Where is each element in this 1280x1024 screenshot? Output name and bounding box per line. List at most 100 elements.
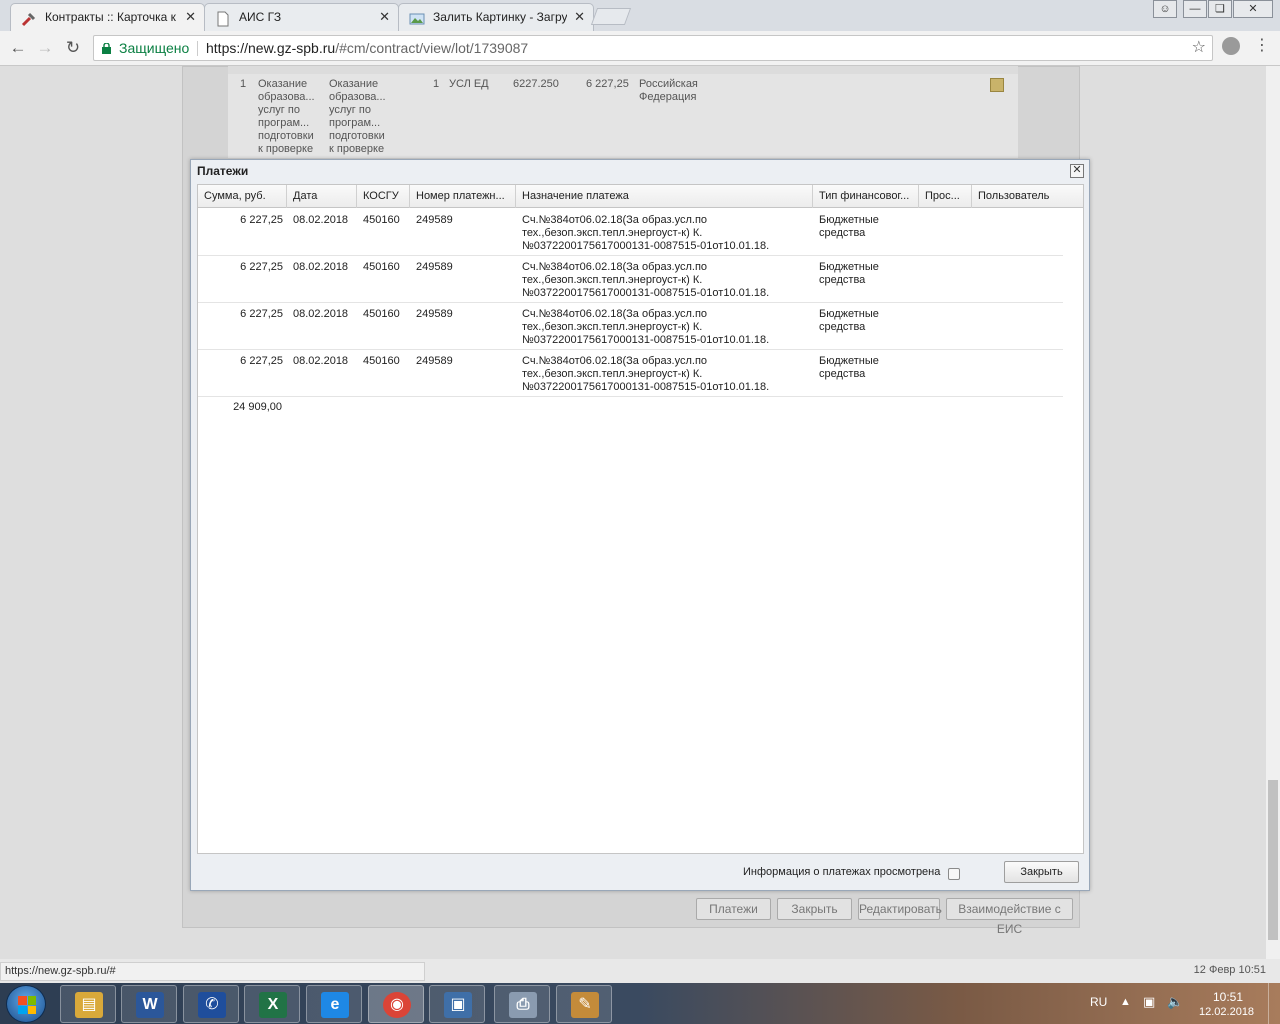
table-row[interactable]: 6 227,25 08.02.2018 450160 249589 Сч.№38… bbox=[198, 209, 1063, 256]
tools-icon bbox=[21, 10, 37, 27]
tab-label: Залить Картинку - Загру bbox=[433, 10, 567, 24]
tab-contracts[interactable]: Контракты :: Карточка к ✕ bbox=[10, 3, 205, 31]
cell-sum: 6 227,25 bbox=[240, 214, 283, 226]
user-profile-icon[interactable]: ☺ bbox=[1153, 0, 1177, 18]
address-bar[interactable]: Защищено https://new.gz-spb.ru/#cm/contr… bbox=[93, 35, 1213, 61]
reload-icon[interactable]: ↻ bbox=[62, 37, 84, 59]
scrollbar-thumb[interactable] bbox=[1268, 780, 1278, 940]
column-header-date[interactable]: Дата bbox=[287, 185, 357, 208]
back-icon[interactable]: ← bbox=[7, 37, 29, 59]
taskbar-word[interactable]: W bbox=[121, 985, 177, 1023]
excel-icon: X bbox=[259, 992, 287, 1018]
cell-number: 249589 bbox=[416, 261, 453, 273]
taskbar-excel[interactable]: X bbox=[244, 985, 300, 1023]
status-date: 12 Февр 10:51 bbox=[1193, 964, 1266, 976]
table-row[interactable]: 6 227,25 08.02.2018 450160 249589 Сч.№38… bbox=[198, 350, 1063, 397]
close-icon[interactable]: ✕ bbox=[185, 4, 196, 30]
taskbar-scanner[interactable]: ⎙ bbox=[494, 985, 550, 1023]
url-host: https://new.gz-spb.ru bbox=[206, 40, 336, 56]
column-header-number[interactable]: Номер платежн... bbox=[410, 185, 516, 208]
start-button[interactable] bbox=[6, 985, 46, 1023]
edit-button[interactable]: Редактировать bbox=[858, 898, 942, 920]
tab-upload-image[interactable]: Залить Картинку - Загру ✕ bbox=[398, 3, 594, 31]
item-name-2: Оказание образова... услуг по програм...… bbox=[329, 78, 386, 155]
show-hidden-icons-icon[interactable]: ▲ bbox=[1120, 996, 1131, 1008]
cell-number: 249589 bbox=[416, 214, 453, 226]
viewed-checkbox[interactable] bbox=[948, 868, 960, 880]
clock-date[interactable]: 12.02.2018 bbox=[1199, 1006, 1254, 1018]
divider bbox=[197, 41, 198, 56]
image-icon bbox=[409, 10, 425, 26]
dialog-title: Платежи bbox=[197, 164, 249, 178]
payments-grid: Сумма, руб. Дата КОСГУ Номер платежн... … bbox=[197, 184, 1084, 854]
table-row[interactable]: 6 227,25 08.02.2018 450160 249589 Сч.№38… bbox=[198, 303, 1063, 350]
close-icon[interactable]: ✕ bbox=[574, 4, 585, 30]
column-header-sum[interactable]: Сумма, руб. bbox=[198, 185, 287, 208]
minimize-button[interactable]: — bbox=[1183, 0, 1207, 18]
close-button[interactable]: Закрыть bbox=[1004, 861, 1079, 883]
secure-label: Защищено bbox=[119, 40, 190, 56]
cell-kosgu: 450160 bbox=[363, 261, 400, 273]
payments-dialog: Платежи ✕ Сумма, руб. Дата КОСГУ Номер п… bbox=[190, 159, 1090, 891]
item-qty: 1 bbox=[433, 78, 440, 90]
column-header-fin-type[interactable]: Тип финансовог... bbox=[813, 185, 919, 208]
tab-label: Контракты :: Карточка к bbox=[45, 10, 176, 24]
item-unit: УСЛ ЕД bbox=[449, 78, 489, 90]
column-header-kosgu[interactable]: КОСГУ bbox=[357, 185, 410, 208]
taskbar-internet-explorer[interactable]: e bbox=[306, 985, 362, 1023]
close-window-button[interactable]: ✕ bbox=[1233, 0, 1273, 18]
windows-taskbar: ▤ W ✆ X e ◉ ▣ ⎙ ✎ RU ▲ ▣ 🔈 10:51 12.02.2… bbox=[0, 983, 1280, 1024]
close-icon[interactable]: ✕ bbox=[1070, 164, 1084, 178]
internet-explorer-icon: e bbox=[321, 992, 349, 1018]
new-tab-button[interactable] bbox=[590, 8, 632, 25]
taskbar-phone[interactable]: ✆ bbox=[183, 985, 239, 1023]
network-icon[interactable]: ▣ bbox=[1143, 994, 1155, 1010]
taskbar-image-viewer[interactable]: ▣ bbox=[429, 985, 485, 1023]
image-viewer-icon: ▣ bbox=[444, 992, 472, 1018]
column-header-user[interactable]: Пользователь bbox=[972, 185, 1083, 208]
extension-icon[interactable] bbox=[1222, 37, 1240, 55]
taskbar-file-explorer[interactable]: ▤ bbox=[60, 985, 116, 1023]
cell-purpose: Сч.№384от06.02.18(За образ.усл.по тех.,б… bbox=[522, 214, 770, 252]
grid-header: Сумма, руб. Дата КОСГУ Номер платежн... … bbox=[198, 185, 1083, 208]
language-indicator[interactable]: RU bbox=[1090, 995, 1107, 1009]
cell-fin-type: Бюджетные средства bbox=[819, 308, 879, 333]
payments-button[interactable]: Платежи bbox=[696, 898, 771, 920]
menu-icon[interactable]: ⋮ bbox=[1254, 35, 1270, 55]
document-icon bbox=[215, 10, 231, 27]
word-icon: W bbox=[136, 992, 164, 1018]
taskbar-chrome[interactable]: ◉ bbox=[368, 985, 424, 1023]
scanner-icon: ⎙ bbox=[509, 992, 537, 1018]
column-header-overdue[interactable]: Прос... bbox=[919, 185, 972, 208]
bookmark-star-icon[interactable]: ☆ bbox=[1192, 36, 1206, 60]
windows-logo-icon bbox=[18, 996, 36, 1014]
close-card-button[interactable]: Закрыть bbox=[777, 898, 852, 920]
taskbar-paint[interactable]: ✎ bbox=[556, 985, 612, 1023]
clock-time[interactable]: 10:51 bbox=[1213, 990, 1243, 1004]
volume-icon[interactable]: 🔈 bbox=[1167, 994, 1183, 1010]
close-icon[interactable]: ✕ bbox=[379, 4, 390, 30]
item-name: Оказание образова... услуг по програм...… bbox=[258, 78, 315, 155]
tab-ais-gz[interactable]: АИС ГЗ ✕ bbox=[204, 3, 399, 31]
show-desktop-button[interactable] bbox=[1268, 983, 1280, 1024]
item-price: 6227.250 bbox=[513, 78, 559, 90]
browser-tab-bar: Контракты :: Карточка к ✕ АИС ГЗ ✕ Залит… bbox=[0, 0, 1280, 31]
url-text[interactable]: https://new.gz-spb.ru/#cm/contract/view/… bbox=[206, 36, 528, 60]
cell-date: 08.02.2018 bbox=[293, 355, 349, 367]
url-path: /#cm/contract/view/lot/1739087 bbox=[335, 40, 529, 56]
cell-sum: 6 227,25 bbox=[240, 261, 283, 273]
row-number: 1 bbox=[240, 78, 247, 90]
cell-number: 249589 bbox=[416, 308, 453, 320]
cell-kosgu: 450160 bbox=[363, 214, 400, 226]
forward-icon[interactable]: → bbox=[34, 37, 56, 59]
page-scrollbar[interactable] bbox=[1266, 66, 1280, 959]
total-sum: 24 909,00 bbox=[233, 401, 282, 413]
table-row[interactable]: 6 227,25 08.02.2018 450160 249589 Сч.№38… bbox=[198, 256, 1063, 303]
eis-interaction-button[interactable]: Взаимодействие с ЕИС bbox=[946, 898, 1073, 936]
document-stack-icon[interactable] bbox=[990, 78, 1004, 92]
lock-icon bbox=[102, 43, 111, 54]
column-header-purpose[interactable]: Назначение платежа bbox=[516, 185, 813, 208]
restore-button[interactable]: ❏ bbox=[1208, 0, 1232, 18]
phone-icon: ✆ bbox=[198, 992, 226, 1018]
table-row: 1 Оказание образова... услуг по програм.… bbox=[228, 74, 1018, 158]
